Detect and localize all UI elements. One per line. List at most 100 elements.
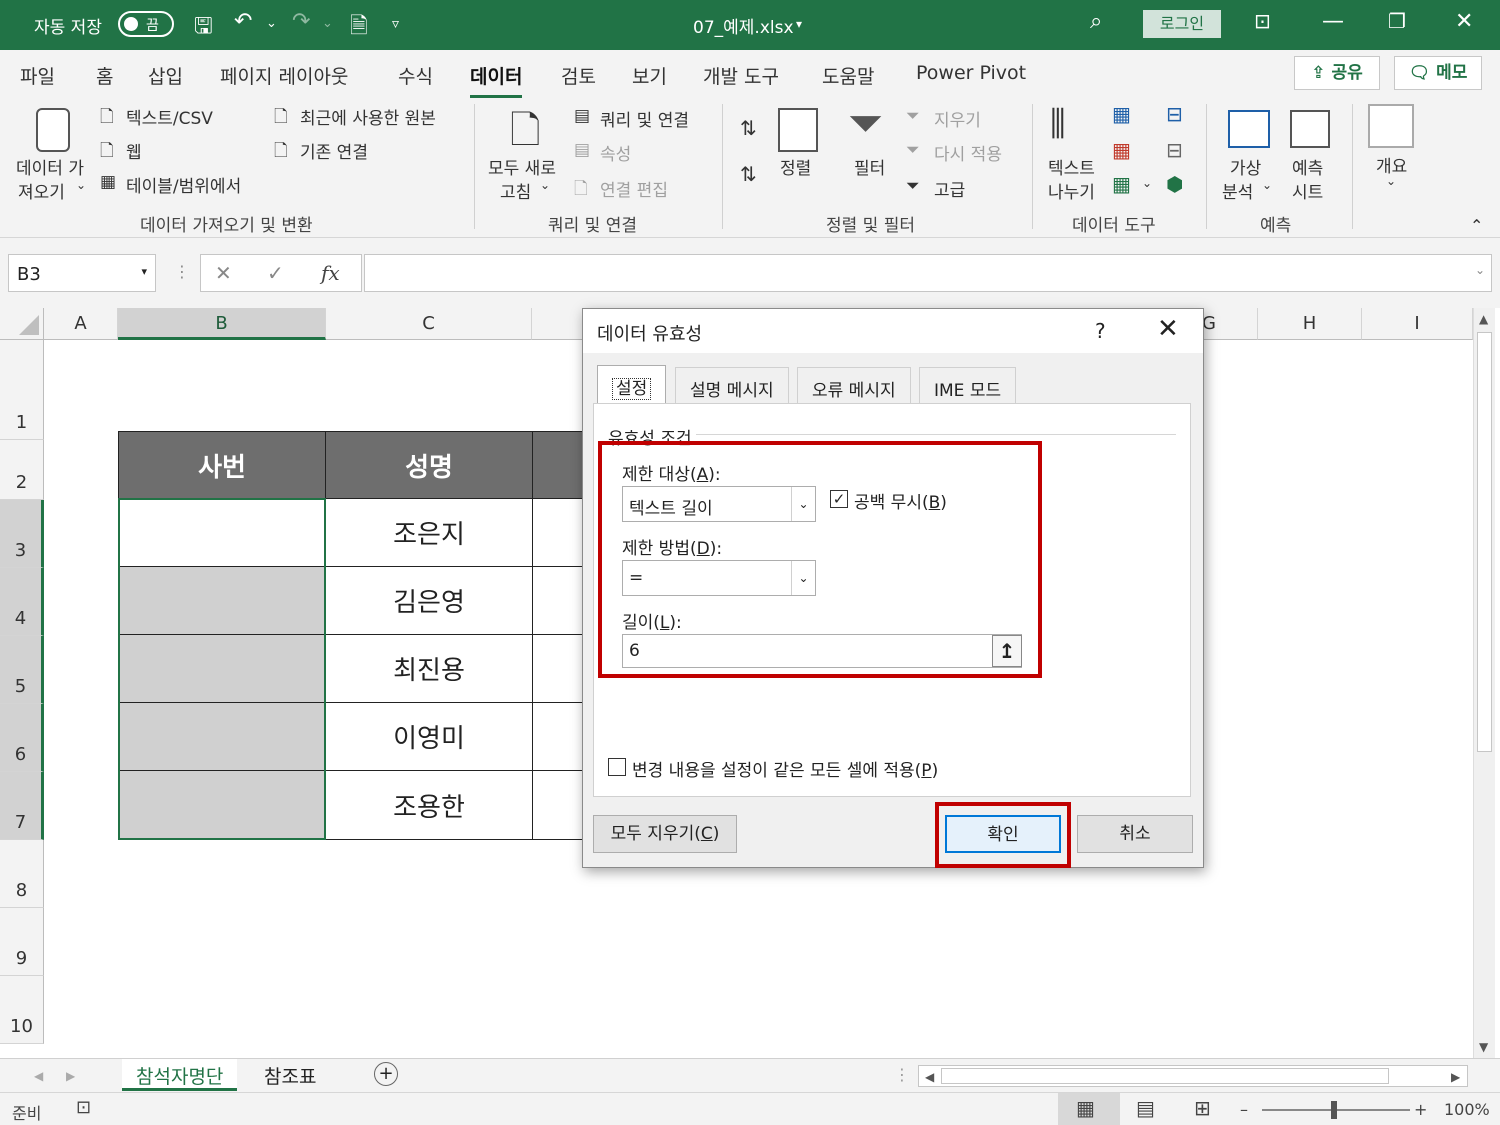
minimize-icon[interactable]: —: [1322, 9, 1344, 34]
row-header-7[interactable]: 7: [0, 772, 44, 840]
what-if-dropdown-icon[interactable]: ⌄: [1262, 178, 1272, 192]
undo-icon[interactable]: ↶: [234, 9, 252, 34]
chevron-down-icon[interactable]: ⌄: [791, 561, 815, 595]
tab-help[interactable]: 도움말: [822, 62, 874, 89]
table-cell-b4[interactable]: [118, 566, 326, 635]
scroll-left-icon[interactable]: ◀: [925, 1070, 934, 1084]
tab-review[interactable]: 검토: [561, 62, 596, 89]
enter-entry-icon[interactable]: ✓: [267, 261, 284, 285]
table-cell-b3[interactable]: [118, 498, 326, 567]
cancel-entry-icon[interactable]: ✕: [215, 261, 232, 285]
tab-home[interactable]: 홈: [96, 62, 113, 89]
reapply-button[interactable]: 다시 적용: [934, 140, 1002, 165]
tab-power-pivot[interactable]: Power Pivot: [916, 62, 1026, 84]
row-header-3[interactable]: 3: [0, 500, 44, 568]
row-header-4[interactable]: 4: [0, 568, 44, 636]
text-to-cols-line1[interactable]: 텍스트: [1048, 154, 1095, 179]
dialog-tab-ime-mode[interactable]: IME 모드: [919, 367, 1017, 403]
vertical-scrollbar[interactable]: ▲ ▼: [1473, 308, 1495, 1058]
ok-button[interactable]: 확인: [945, 815, 1061, 853]
table-cell-d3[interactable]: [532, 498, 584, 567]
row-header-5[interactable]: 5: [0, 636, 44, 704]
save-icon[interactable]: 🖫: [194, 9, 213, 47]
filter-button[interactable]: 필터: [854, 154, 885, 179]
share-button[interactable]: ⇪ 공유: [1294, 56, 1380, 90]
flash-fill-icon[interactable]: ▦: [1112, 102, 1131, 126]
normal-view-icon[interactable]: ▦: [1076, 1096, 1095, 1120]
header-cell-name[interactable]: 성명: [325, 431, 533, 499]
data-model-icon[interactable]: ⬢: [1166, 172, 1183, 196]
add-sheet-icon[interactable]: +: [374, 1062, 398, 1086]
table-cell-b5[interactable]: [118, 634, 326, 703]
advanced-filter-button[interactable]: 고급: [934, 176, 965, 201]
dialog-tab-error-alert[interactable]: 오류 메시지: [797, 367, 911, 403]
page-break-view-icon[interactable]: ⊞: [1194, 1096, 1211, 1120]
table-cell-c4[interactable]: 김은영: [325, 566, 533, 635]
tab-file[interactable]: 파일: [20, 62, 55, 89]
customize-qat-icon[interactable]: ▿: [392, 16, 399, 32]
formula-input[interactable]: ⌄: [364, 254, 1492, 292]
zoom-level[interactable]: 100%: [1444, 1100, 1490, 1119]
text-to-cols-line2[interactable]: 나누기: [1048, 178, 1095, 203]
insert-function-icon[interactable]: fx: [321, 261, 340, 285]
more-options-icon[interactable]: ⋮: [174, 262, 190, 281]
sheet-tab-attendees[interactable]: 참석자명단: [122, 1059, 238, 1091]
dialog-tab-settings[interactable]: 설정: [597, 365, 667, 403]
help-icon[interactable]: ?: [1095, 319, 1106, 343]
tab-data[interactable]: 데이터: [470, 62, 523, 98]
memo-button[interactable]: 🗨 메모: [1394, 56, 1482, 90]
edit-links-button[interactable]: 연결 편집: [600, 176, 668, 201]
forecast-line2[interactable]: 시트: [1292, 178, 1323, 203]
column-header-g[interactable]: G: [1202, 308, 1258, 340]
vertical-scroll-thumb[interactable]: [1477, 332, 1492, 752]
data-operator-select[interactable]: = ⌄: [622, 560, 816, 596]
table-cell-d5[interactable]: [532, 634, 584, 703]
row-header-1[interactable]: 1: [0, 340, 44, 440]
table-cell-c3[interactable]: 조은지: [325, 498, 533, 567]
row-header-10[interactable]: 10: [0, 976, 44, 1044]
ignore-blank-checkbox[interactable]: ✓: [830, 490, 848, 508]
table-cell-b7[interactable]: [118, 770, 326, 840]
clear-filter-button[interactable]: 지우기: [934, 106, 981, 131]
table-cell-b6[interactable]: [118, 702, 326, 771]
dialog-close-icon[interactable]: ✕: [1157, 314, 1179, 344]
table-cell-c7[interactable]: 조용한: [325, 770, 533, 840]
get-data-dropdown-icon[interactable]: ⌄: [76, 178, 86, 192]
queries-conn-button[interactable]: 쿼리 및 연결: [600, 106, 689, 131]
header-cell-next[interactable]: [532, 431, 584, 499]
autosave-toggle[interactable]: 끔: [118, 11, 174, 37]
zoom-out-icon[interactable]: –: [1240, 1100, 1248, 1119]
consolidate-icon[interactable]: ⊟: [1166, 102, 1183, 126]
properties-button[interactable]: 속성: [600, 140, 631, 165]
scroll-right-icon[interactable]: ▶: [1451, 1070, 1460, 1084]
outline-dropdown-icon[interactable]: ⌄: [1386, 174, 1396, 188]
table-cell-d7[interactable]: [532, 770, 584, 840]
tab-formulas[interactable]: 수식: [398, 62, 433, 89]
prev-sheet-icon[interactable]: ◀: [34, 1069, 43, 1083]
refresh-all-line1[interactable]: 모두 새로: [488, 154, 556, 179]
next-sheet-icon[interactable]: ▶: [66, 1069, 75, 1083]
chevron-down-icon[interactable]: ⌄: [791, 487, 815, 521]
expand-formula-icon[interactable]: ⌄: [1475, 263, 1485, 277]
tab-page-layout[interactable]: 페이지 레이아웃: [220, 62, 348, 89]
web-button[interactable]: 웹: [126, 138, 142, 163]
from-table-button[interactable]: 테이블/범위에서: [126, 172, 241, 197]
name-box[interactable]: B3 ▾: [8, 254, 156, 292]
header-cell-employee-id[interactable]: 사번: [118, 431, 326, 499]
sort-desc-icon[interactable]: ⇅: [740, 162, 757, 186]
search-icon[interactable]: ⌕: [1090, 9, 1102, 34]
allow-select[interactable]: 텍스트 길이 ⌄: [622, 486, 816, 522]
what-if-line1[interactable]: 가상: [1230, 154, 1261, 179]
tab-view[interactable]: 보기: [632, 62, 667, 89]
zoom-slider-knob[interactable]: [1331, 1101, 1337, 1119]
forecast-line1[interactable]: 예측: [1292, 154, 1323, 179]
ribbon-display-icon[interactable]: ⊡: [1254, 9, 1271, 33]
dialog-tab-input-message[interactable]: 설명 메시지: [675, 367, 789, 403]
sheet-tab-reference[interactable]: 참조표: [250, 1059, 330, 1091]
table-cell-d4[interactable]: [532, 566, 584, 635]
data-validation-dropdown-icon[interactable]: ⌄: [1142, 176, 1152, 190]
file-name[interactable]: 07_예제.xlsx: [693, 13, 794, 38]
row-header-8[interactable]: 8: [0, 840, 44, 908]
sort-button[interactable]: 정렬: [780, 154, 811, 179]
horizontal-scrollbar[interactable]: ◀ ▶: [918, 1065, 1468, 1087]
